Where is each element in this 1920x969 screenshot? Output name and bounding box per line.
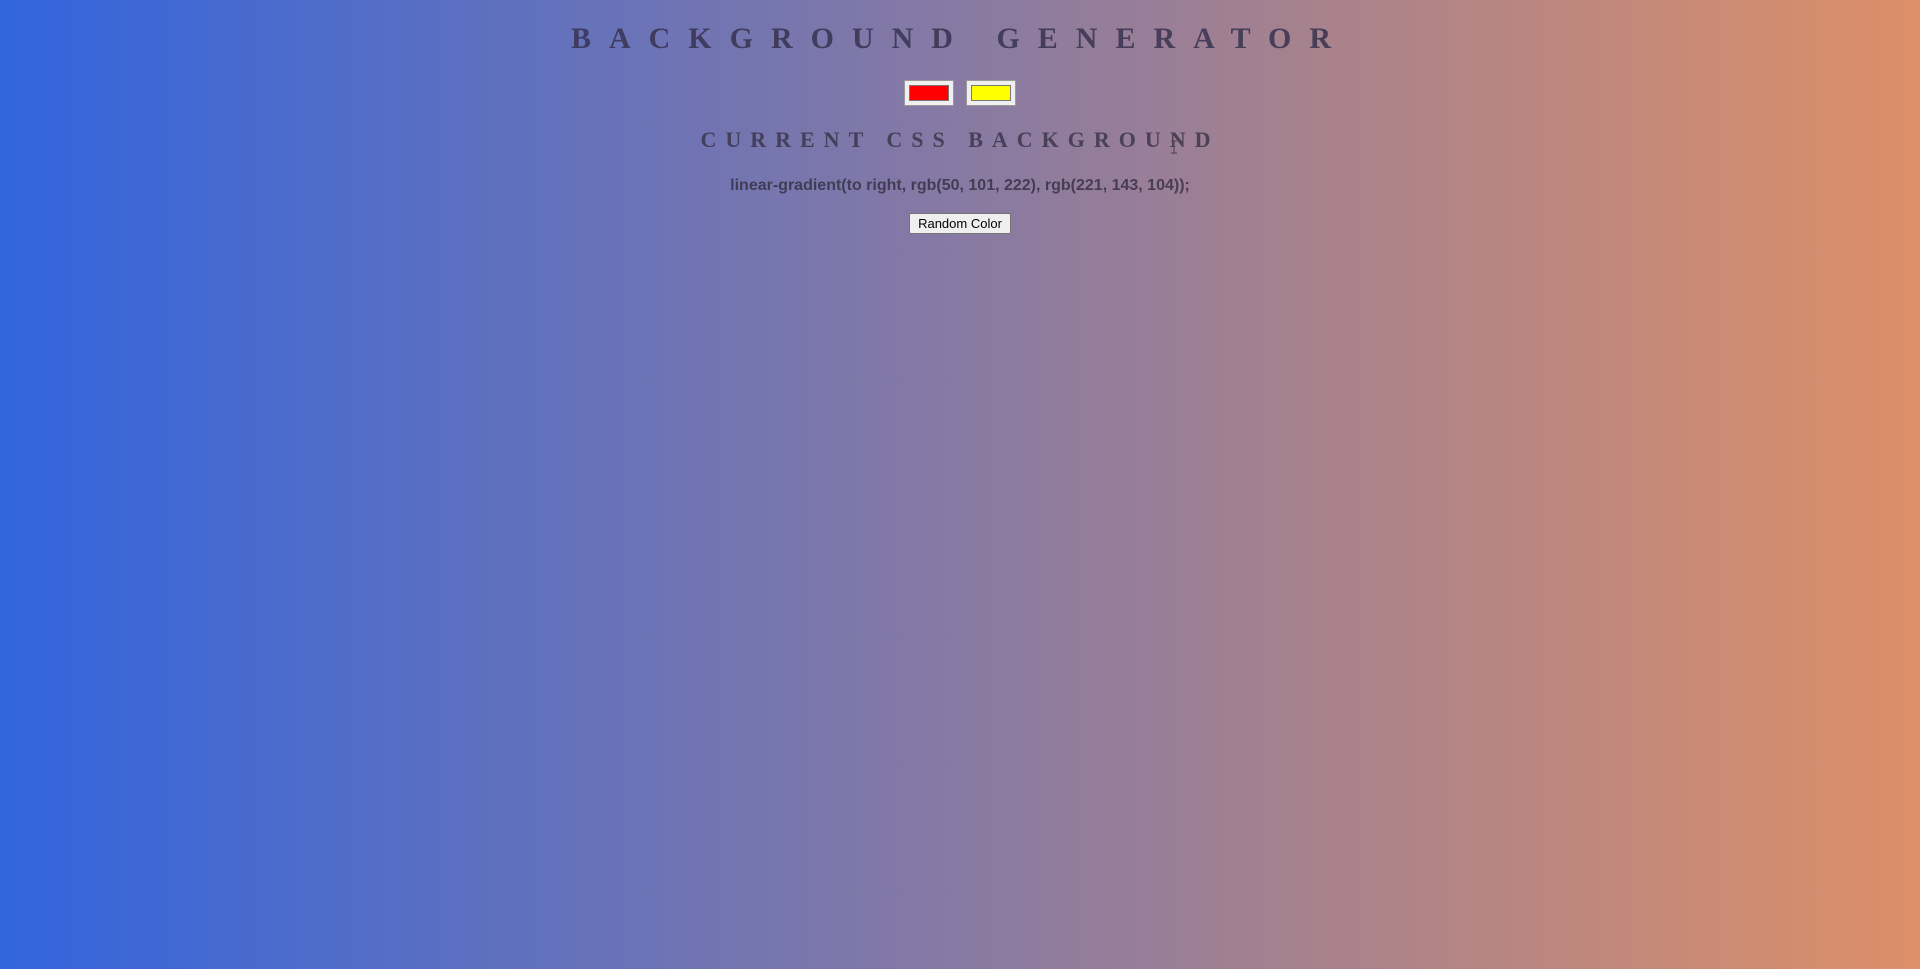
current-css-heading: Current CSS Background (700, 127, 1220, 152)
random-color-button[interactable]: Random Color (909, 213, 1011, 234)
page-title: Background Generator (570, 22, 1350, 55)
color1-input[interactable] (904, 80, 954, 106)
color2-input[interactable] (966, 80, 1016, 106)
css-background-output: linear-gradient(to right, rgb(50, 101, 2… (730, 177, 1190, 194)
color1-swatch (909, 85, 949, 101)
color-inputs (0, 80, 1920, 106)
text-cursor-icon (1171, 140, 1177, 154)
color2-swatch (971, 85, 1011, 101)
page: Background Generator Current CSS Backgro… (0, 0, 1920, 969)
